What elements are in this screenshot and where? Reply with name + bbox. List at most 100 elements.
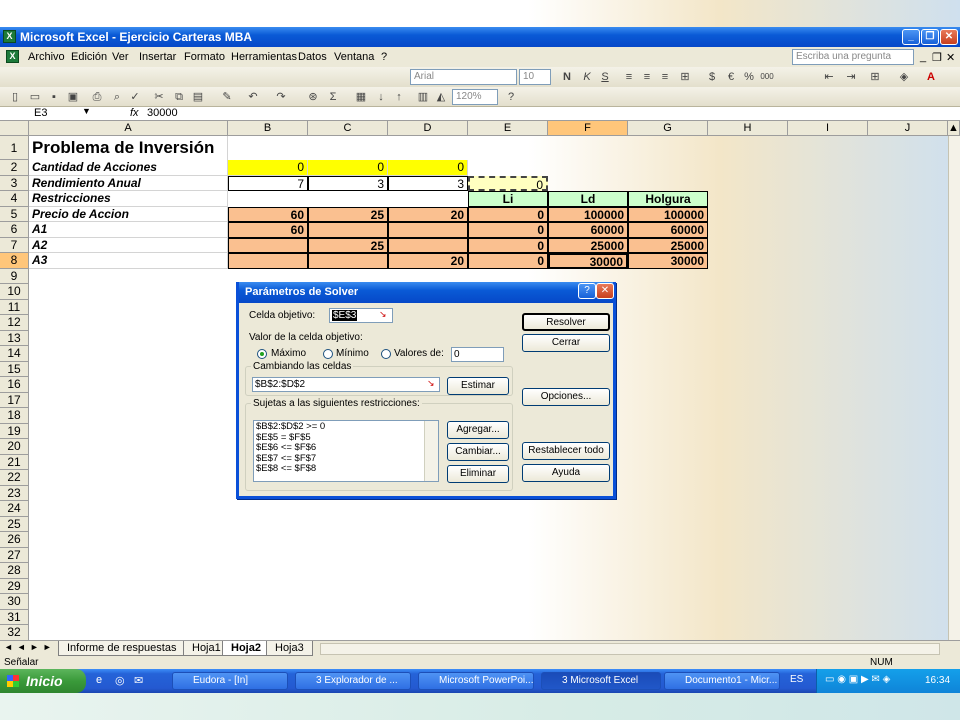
cell-b2[interactable]: 0	[228, 160, 308, 176]
cell-e5[interactable]: 0	[468, 206, 548, 222]
row-header[interactable]: 27	[0, 547, 29, 563]
doc-minimize-icon[interactable]: _	[920, 51, 926, 63]
minimize-icon[interactable]: _	[902, 29, 920, 45]
spelling-icon[interactable]: ✓	[128, 90, 142, 104]
row-header[interactable]: 10	[0, 284, 29, 300]
undo-icon[interactable]: ↶	[246, 90, 260, 104]
sort-asc-icon[interactable]: ↓	[374, 90, 388, 104]
close-icon[interactable]: ✕	[940, 29, 958, 45]
values-of-radio[interactable]	[381, 349, 391, 359]
italic-icon[interactable]: K	[580, 70, 594, 84]
tray-icons[interactable]: ▭ ◉ ▣ ▶ ✉ ◈	[825, 674, 890, 685]
row-header[interactable]: 21	[0, 454, 29, 470]
cell-f8-active[interactable]: 30000	[548, 253, 628, 269]
menu-help[interactable]: ?	[381, 51, 387, 63]
font-color-icon[interactable]: A	[924, 70, 938, 84]
borders-icon[interactable]: ⊞	[868, 70, 882, 84]
cell-e8[interactable]: 0	[468, 253, 548, 269]
row-header[interactable]: 2	[0, 160, 29, 176]
menu-datos[interactable]: Datos	[298, 51, 327, 63]
percent-icon[interactable]: %	[742, 70, 756, 84]
row-header[interactable]: 19	[0, 423, 29, 439]
help-icon[interactable]: ?	[504, 90, 518, 104]
merge-icon[interactable]: ⊞	[678, 70, 692, 84]
start-button[interactable]: Inicio	[0, 669, 86, 693]
row-header[interactable]: 5	[0, 206, 29, 222]
row-header[interactable]: 25	[0, 516, 29, 532]
horizontal-scrollbar[interactable]	[320, 643, 940, 655]
align-right-icon[interactable]: ≡	[658, 70, 672, 84]
hyperlink-icon[interactable]: ⊛	[306, 90, 320, 104]
paste-icon[interactable]: ▤	[191, 90, 205, 104]
copy-icon[interactable]: ⧉	[172, 90, 186, 104]
cell-a3[interactable]: Rendimiento Anual	[29, 175, 228, 191]
workbook-icon[interactable]: X	[6, 50, 19, 63]
cell-d7[interactable]	[388, 237, 468, 253]
font-size-combo[interactable]: 10	[519, 69, 551, 85]
open-icon[interactable]: ▭	[28, 90, 42, 104]
row-header[interactable]: 15	[0, 361, 29, 377]
cell-b7[interactable]	[228, 237, 308, 253]
menu-ventana[interactable]: Ventana	[334, 51, 374, 63]
cell-d2[interactable]: 0	[388, 160, 468, 176]
changing-collapse-icon[interactable]: ↘	[427, 378, 435, 389]
row-header[interactable]: 18	[0, 408, 29, 424]
cell-c3[interactable]: 3	[308, 175, 388, 191]
row-header[interactable]: 13	[0, 330, 29, 346]
row-header[interactable]: 32	[0, 625, 29, 641]
cell-c8[interactable]	[308, 253, 388, 269]
tab-informe[interactable]: Informe de respuestas	[58, 641, 186, 656]
col-header-b[interactable]: B	[228, 121, 308, 136]
row-header[interactable]: 30	[0, 594, 29, 610]
constraint-item[interactable]: $E$6 <= $F$6	[256, 442, 436, 454]
col-header-e[interactable]: E	[468, 121, 548, 136]
cut-icon[interactable]: ✂	[152, 90, 166, 104]
guess-button[interactable]: Estimar	[447, 377, 509, 395]
currency-icon[interactable]: $	[705, 70, 719, 84]
options-button[interactable]: Opciones...	[522, 388, 610, 406]
cell-d3[interactable]: 3	[388, 175, 468, 191]
changing-cells-input[interactable]: $B$2:$D$2	[252, 377, 440, 392]
cell-f7[interactable]: 25000	[548, 237, 628, 253]
col-header-f[interactable]: F	[548, 121, 628, 136]
cell-e6[interactable]: 0	[468, 222, 548, 238]
change-button[interactable]: Cambiar...	[447, 443, 509, 461]
format-painter-icon[interactable]: ✎	[220, 90, 234, 104]
cell-b5[interactable]: 60	[228, 206, 308, 222]
constraints-scrollbar[interactable]	[424, 421, 438, 481]
constraints-list[interactable]: $B$2:$D$2 >= 0 $E$5 = $F$5 $E$6 <= $F$6 …	[253, 420, 439, 482]
menu-herramientas[interactable]: Herramientas	[231, 51, 297, 63]
menu-ver[interactable]: Ver	[112, 51, 129, 63]
row-header[interactable]: 24	[0, 501, 29, 517]
vertical-scrollbar[interactable]	[948, 136, 960, 640]
cell-c6[interactable]	[308, 222, 388, 238]
col-header-a[interactable]: A	[29, 121, 228, 136]
row-header[interactable]: 9	[0, 268, 29, 284]
cell-f4-ld[interactable]: Ld	[548, 191, 628, 207]
sort-desc-icon[interactable]: ↑	[392, 90, 406, 104]
solve-button[interactable]: Resolver	[522, 313, 610, 331]
cell-c5[interactable]: 25	[308, 206, 388, 222]
task-powerpoint[interactable]: Microsoft PowerPoi...	[418, 672, 534, 690]
align-left-icon[interactable]: ≡	[622, 70, 636, 84]
redo-icon[interactable]: ↷	[274, 90, 288, 104]
cell-b8[interactable]	[228, 253, 308, 269]
cell-a8[interactable]: A3	[29, 253, 228, 269]
menu-formato[interactable]: Formato	[184, 51, 225, 63]
row-header[interactable]: 29	[0, 578, 29, 594]
ie-icon[interactable]: e	[96, 674, 102, 686]
cell-d6[interactable]	[388, 222, 468, 238]
menu-insertar[interactable]: Insertar	[139, 51, 176, 63]
menu-archivo[interactable]: Archivo	[28, 51, 65, 63]
collapse-dialog-icon[interactable]: ↘	[379, 309, 387, 320]
cell-e4-li[interactable]: Li	[468, 191, 548, 207]
row-header[interactable]: 14	[0, 346, 29, 362]
cell-c7[interactable]: 25	[308, 237, 388, 253]
cell-e7[interactable]: 0	[468, 237, 548, 253]
reset-all-button[interactable]: Restablecer todo	[522, 442, 610, 460]
constraint-item[interactable]: $E$8 <= $F$8	[256, 463, 436, 475]
name-box[interactable]: E3	[34, 107, 47, 119]
constraint-item[interactable]: $B$2:$D$2 >= 0	[256, 421, 436, 433]
task-explorer[interactable]: 3 Explorador de ...	[295, 672, 411, 690]
drawing-icon[interactable]: ◭	[434, 90, 448, 104]
